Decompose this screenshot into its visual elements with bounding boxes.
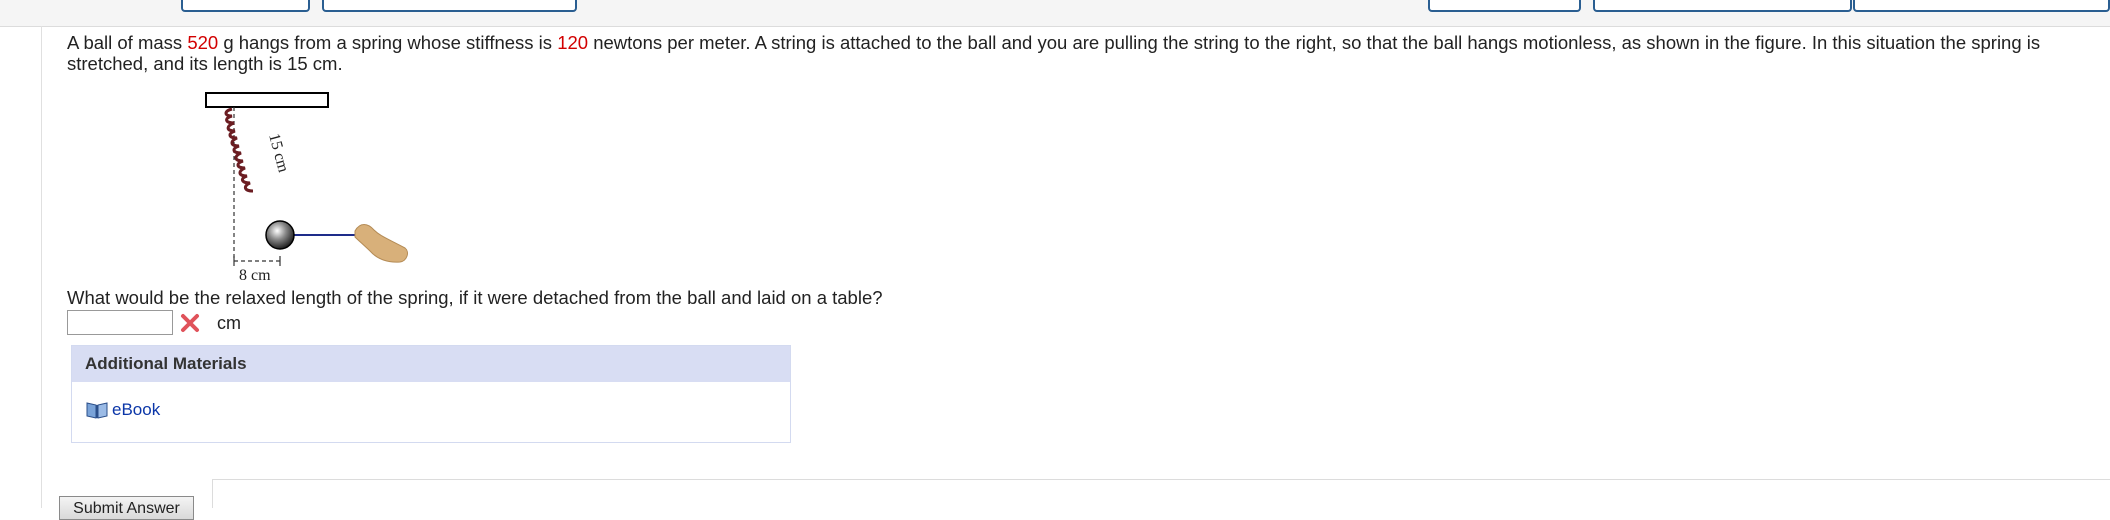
ball [265,220,295,250]
ebook-row[interactable]: eBook [86,400,160,420]
spring-diagram: 15 cm 8 cm [205,92,408,284]
toolbar-button-5[interactable] [1853,0,2110,12]
question-prompt: What would be the relaxed length of the … [67,287,883,308]
question-text: A ball of mass 520 g hangs from a spring… [67,32,2067,74]
incorrect-x-icon [181,314,199,332]
hand-icon [354,224,408,263]
left-divider [41,26,42,508]
book-icon [86,402,108,419]
toolbar-button-2[interactable] [322,0,577,12]
response-area [212,479,2110,508]
submit-answer-button[interactable]: Submit Answer [59,496,194,520]
stiffness-value: 120 [557,32,589,53]
top-toolbar [0,0,2110,27]
additional-materials-title: Additional Materials [72,346,790,382]
spring-figure: 15 cm 8 cm [200,85,430,285]
toolbar-button-3[interactable] [1428,0,1581,12]
answer-input[interactable] [67,310,173,335]
ceiling-support [205,92,329,108]
additional-materials-panel: Additional Materials eBook [71,345,791,443]
unit-label: cm [217,313,241,333]
ebook-link[interactable]: eBook [112,400,160,420]
horizontal-distance-label: 8 cm [239,267,271,284]
spring-length-label: 15 cm [265,132,292,175]
question-part-2: g hangs from a spring whose stiffness is [218,32,558,53]
mass-value: 520 [187,32,219,53]
question-part-1: A ball of mass [67,32,188,53]
toolbar-button-1[interactable] [181,0,310,12]
spring-coil [224,107,254,193]
toolbar-button-4[interactable] [1593,0,1852,12]
